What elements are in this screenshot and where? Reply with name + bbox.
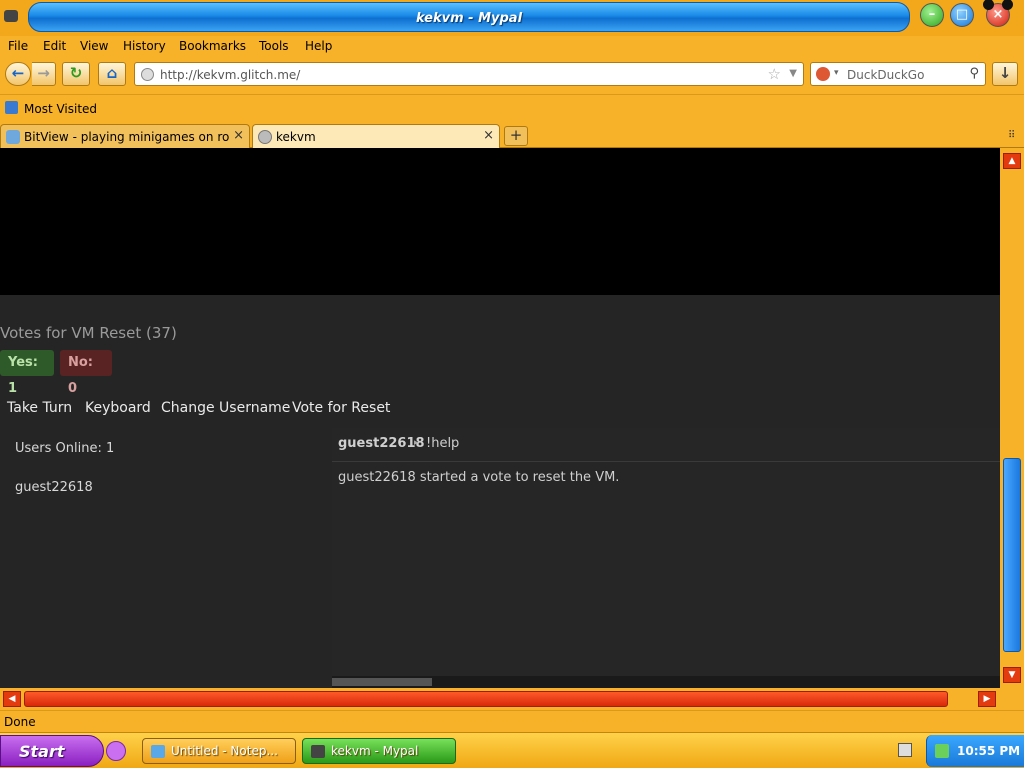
taskbar-item-label: kekvm - Mypal — [331, 744, 419, 758]
menu-bookmarks[interactable]: Bookmarks — [179, 39, 246, 53]
close-button[interactable]: × — [983, 0, 1013, 27]
bookmarks-toolbar: Most Visited — [0, 94, 1024, 120]
chat-panel: guest22618 ▸ !help guest22618 started a … — [332, 428, 1000, 688]
taskbar-item-mypal[interactable]: kekvm - Mypal — [302, 738, 456, 764]
start-decoration-icon — [106, 741, 126, 761]
menu-help[interactable]: Help — [305, 39, 332, 53]
forward-button[interactable]: → — [32, 62, 56, 86]
url-bar[interactable]: http://kekvm.glitch.me/ ☆ ▼ — [134, 62, 804, 86]
chat-horizontal-scrollbar[interactable] — [332, 676, 1000, 688]
system-tray: 10:55 PM — [926, 735, 1024, 767]
minimize-icon: – — [928, 7, 936, 22]
vote-reset-button[interactable]: Vote for Reset — [292, 400, 390, 416]
globe-favicon-icon — [258, 130, 272, 144]
new-tab-button[interactable]: + — [504, 126, 528, 146]
maximize-button[interactable]: □ — [950, 3, 974, 27]
menu-file[interactable]: File — [8, 39, 28, 53]
chat-system-message: guest22618 started a vote to reset the V… — [338, 470, 620, 485]
clock[interactable]: 10:55 PM — [957, 744, 1020, 758]
vote-title: Votes for VM Reset (37) — [0, 324, 177, 342]
take-turn-button[interactable]: Take Turn — [7, 400, 72, 416]
taskbar-item-notepad[interactable]: Untitled - Notep... — [142, 738, 296, 764]
scroll-right-button[interactable]: ▶ — [978, 691, 996, 707]
back-button[interactable]: ← — [5, 62, 31, 86]
tab-close-icon[interactable]: × — [233, 128, 244, 143]
chat-separator-icon: ▸ — [414, 438, 419, 448]
downloads-button[interactable]: ↓ — [992, 62, 1018, 86]
close-icon: × — [992, 7, 1004, 22]
chat-message: guest22618 ▸ !help — [332, 428, 1000, 462]
most-visited-bookmark[interactable]: Most Visited — [24, 102, 97, 116]
menu-bar: File Edit View History Bookmarks Tools H… — [0, 36, 1024, 56]
scroll-left-button[interactable]: ◀ — [3, 691, 21, 707]
tabs-list-icon[interactable]: ⠿ — [1008, 130, 1015, 141]
menu-history[interactable]: History — [123, 39, 166, 53]
navigation-toolbar: ← → ↻ ⌂ http://kekvm.glitch.me/ ☆ ▼ ▾ Du… — [0, 56, 1024, 94]
menu-view[interactable]: View — [80, 39, 108, 53]
users-online-count: Users Online: 1 — [15, 441, 115, 456]
reload-button[interactable]: ↻ — [62, 62, 90, 86]
most-visited-icon — [5, 101, 18, 114]
notepad-icon — [151, 745, 165, 758]
start-button[interactable]: Start — [0, 735, 104, 767]
taskbar: Start Untitled - Notep... kekvm - Mypal … — [0, 732, 1024, 768]
title-capsule: kekvm - Mypal — [28, 2, 910, 32]
horizontal-scroll-thumb[interactable] — [24, 691, 948, 707]
vote-yes-badge[interactable]: Yes: 1 — [0, 350, 54, 396]
duckduckgo-icon[interactable] — [816, 67, 830, 81]
bitview-favicon-icon — [6, 130, 20, 144]
back-arrow-icon: ← — [11, 64, 25, 82]
status-text: Done — [4, 715, 36, 729]
network-icon[interactable] — [935, 744, 949, 758]
change-username-button[interactable]: Change Username — [161, 400, 290, 416]
url-dropdown-icon[interactable]: ▼ — [789, 68, 797, 79]
title-bar: kekvm - Mypal – □ × — [0, 0, 1024, 36]
tab-label: BitView - playing minigames on ro... — [24, 130, 229, 144]
window-title: kekvm - Mypal — [415, 11, 523, 26]
forward-arrow-icon: → — [37, 64, 50, 82]
tab-bitview[interactable]: BitView - playing minigames on ro... × — [0, 124, 250, 148]
status-bar: Done — [0, 710, 1024, 732]
scroll-down-button[interactable]: ▼ — [1003, 667, 1021, 683]
horizontal-scrollbar[interactable]: ◀ ▶ — [0, 688, 1024, 710]
search-icon[interactable]: ⚲ — [969, 66, 979, 81]
tab-kekvm[interactable]: kekvm × — [252, 124, 500, 148]
minimize-button[interactable]: – — [920, 3, 944, 27]
reload-icon: ↻ — [69, 64, 83, 82]
scroll-up-button[interactable]: ▲ — [1003, 153, 1021, 169]
user-list-item: guest22618 — [15, 480, 93, 495]
app-icon — [4, 10, 18, 22]
mypal-icon — [311, 745, 325, 758]
tray-printer-icon[interactable] — [898, 743, 912, 757]
maximize-icon: □ — [955, 7, 969, 22]
plus-icon: + — [509, 126, 523, 144]
page-content: Votes for VM Reset (37) Yes: 1 No: 0 Tak… — [0, 148, 1000, 688]
engine-dropdown-icon[interactable]: ▾ — [834, 68, 839, 78]
taskbar-item-label: Untitled - Notep... — [171, 744, 278, 758]
vm-display[interactable] — [0, 148, 1000, 295]
menu-edit[interactable]: Edit — [43, 39, 66, 53]
bookmark-star-icon[interactable]: ☆ — [768, 65, 781, 83]
start-label: Start — [19, 742, 65, 761]
tab-strip: BitView - playing minigames on ro... × k… — [0, 120, 1024, 148]
search-placeholder[interactable]: DuckDuckGo — [847, 68, 924, 82]
home-button[interactable]: ⌂ — [98, 62, 126, 86]
url-text[interactable]: http://kekvm.glitch.me/ — [160, 68, 300, 82]
chat-scroll-thumb[interactable] — [332, 678, 432, 686]
vertical-scrollbar[interactable]: ▲ ▼ — [1000, 148, 1024, 688]
download-arrow-icon: ↓ — [998, 64, 1012, 82]
home-icon: ⌂ — [106, 64, 118, 82]
vertical-scroll-thumb[interactable] — [1003, 458, 1021, 652]
vote-no-badge[interactable]: No: 0 — [60, 350, 112, 396]
tab-close-icon[interactable]: × — [483, 128, 494, 143]
keyboard-button[interactable]: Keyboard — [85, 400, 151, 416]
globe-icon — [141, 68, 154, 81]
search-bar[interactable]: ▾ DuckDuckGo ⚲ — [810, 62, 986, 86]
menu-tools[interactable]: Tools — [259, 39, 289, 53]
tab-label: kekvm — [276, 130, 316, 144]
chat-username: guest22618 — [338, 436, 425, 451]
chat-text: !help — [426, 436, 460, 451]
